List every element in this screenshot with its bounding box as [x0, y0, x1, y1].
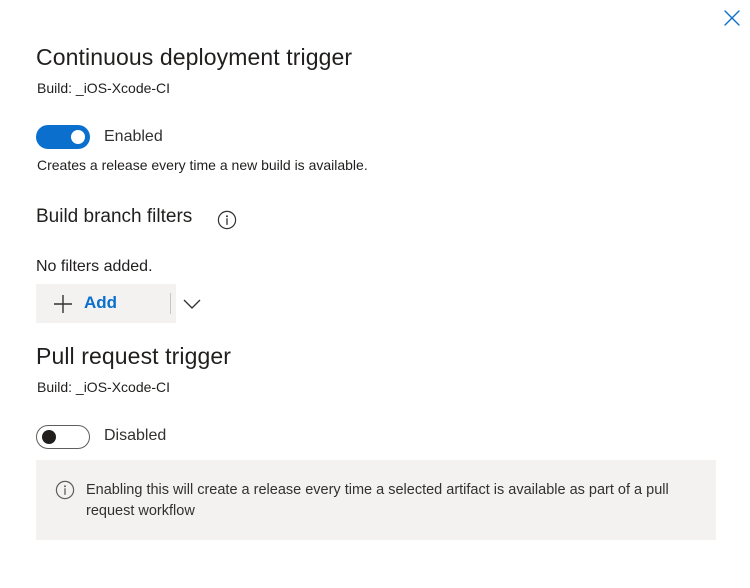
cd-trigger-build: Build: _iOS-Xcode-CI	[37, 80, 171, 96]
cd-trigger-toggle-label: Enabled	[104, 128, 163, 145]
no-filters-text: No filters added.	[36, 258, 153, 275]
info-icon	[55, 480, 75, 500]
add-filter-label: Add	[84, 293, 118, 312]
pr-trigger-toggle[interactable]	[36, 425, 90, 449]
add-filter-dropdown[interactable]	[172, 284, 212, 323]
cd-trigger-title: Continuous deployment trigger	[36, 44, 353, 70]
close-icon	[724, 10, 740, 26]
info-icon[interactable]	[217, 210, 237, 230]
add-filter-button[interactable]: Add	[36, 284, 136, 323]
cd-trigger-toggle[interactable]	[36, 125, 90, 149]
pr-trigger-toggle-label: Disabled	[104, 427, 167, 444]
toggle-knob	[42, 430, 56, 444]
toggle-knob	[71, 130, 85, 144]
add-filter-split-button: Add	[36, 284, 201, 323]
close-button[interactable]	[720, 6, 744, 30]
cd-trigger-description: Creates a release every time a new build…	[37, 157, 368, 173]
pr-info-message: Enabling this will create a release ever…	[86, 482, 669, 519]
split-divider	[170, 293, 171, 314]
branch-filters-title: Build branch filters	[36, 206, 193, 227]
chevron-down-icon	[183, 299, 201, 309]
pr-trigger-title: Pull request trigger	[36, 343, 232, 369]
pr-trigger-build: Build: _iOS-Xcode-CI	[37, 379, 171, 395]
plus-icon	[54, 295, 72, 313]
pr-info-message-bar: Enabling this will create a release ever…	[36, 460, 716, 540]
